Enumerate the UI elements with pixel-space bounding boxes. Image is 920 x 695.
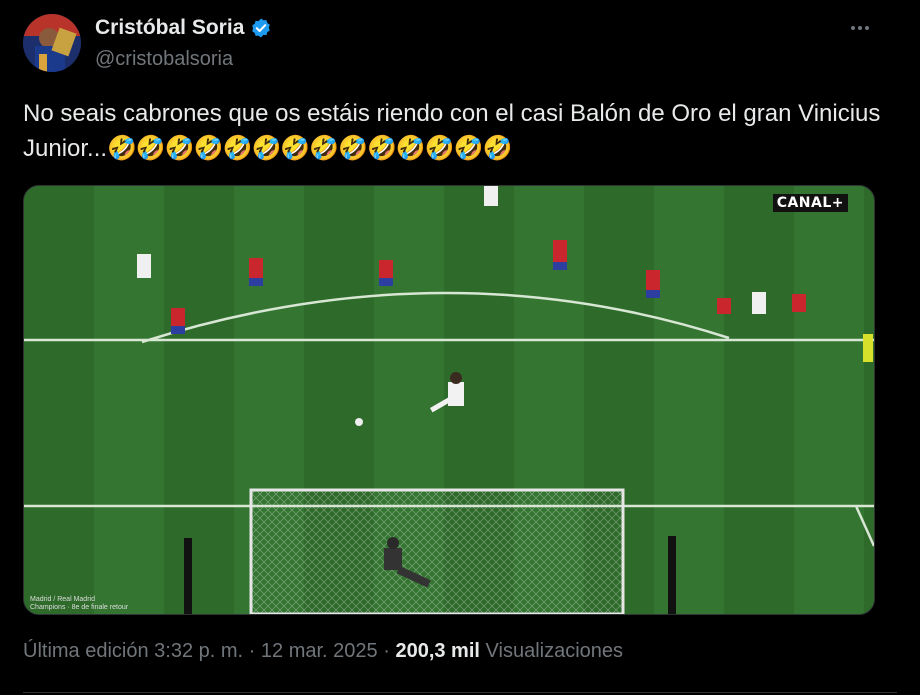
- avatar[interactable]: [23, 14, 81, 72]
- media-caption-line2: Champions · 8e de finale retour: [30, 604, 129, 611]
- tweet-meta: Última edición 3:32 p. m. · 12 mar. 2025…: [23, 640, 623, 663]
- more-options-icon[interactable]: [846, 18, 874, 38]
- tweet-emojis: 🤣🤣🤣🤣🤣🤣🤣🤣🤣🤣🤣🤣🤣🤣: [107, 135, 512, 162]
- tweet-time[interactable]: 3:32 p. m.: [154, 640, 243, 662]
- meta-separator-2: ·: [383, 640, 390, 662]
- author-name-row: Cristóbal Soria: [95, 16, 272, 40]
- meta-separator: ·: [248, 640, 256, 662]
- tweet-text: No seais cabrones que os estáis riendo c…: [23, 96, 883, 166]
- avatar-image: [23, 14, 81, 72]
- broadcaster-logo: CANAL+: [772, 194, 848, 212]
- media-caption-line1: Madrid / Real Madrid: [30, 596, 95, 603]
- author-handle[interactable]: @cristobalsoria: [95, 48, 233, 71]
- views-label: Visualizaciones: [485, 640, 624, 662]
- views-count[interactable]: 200,3 mil: [395, 640, 480, 662]
- media-caption: Madrid / Real Madrid Champions · 8e de f…: [30, 596, 128, 612]
- author-display-name[interactable]: Cristóbal Soria: [95, 16, 244, 40]
- edited-label[interactable]: Última edición: [23, 640, 149, 662]
- tweet-date[interactable]: 12 mar. 2025: [261, 640, 378, 662]
- tweet-media-image[interactable]: CANAL+ Madrid / Real Madrid Champions · …: [23, 185, 875, 615]
- football-pitch-scene: [24, 186, 874, 614]
- tweet: Cristóbal Soria @cristobalsoria No seais…: [0, 0, 920, 695]
- verified-badge-icon[interactable]: [250, 17, 272, 39]
- divider: [23, 692, 897, 693]
